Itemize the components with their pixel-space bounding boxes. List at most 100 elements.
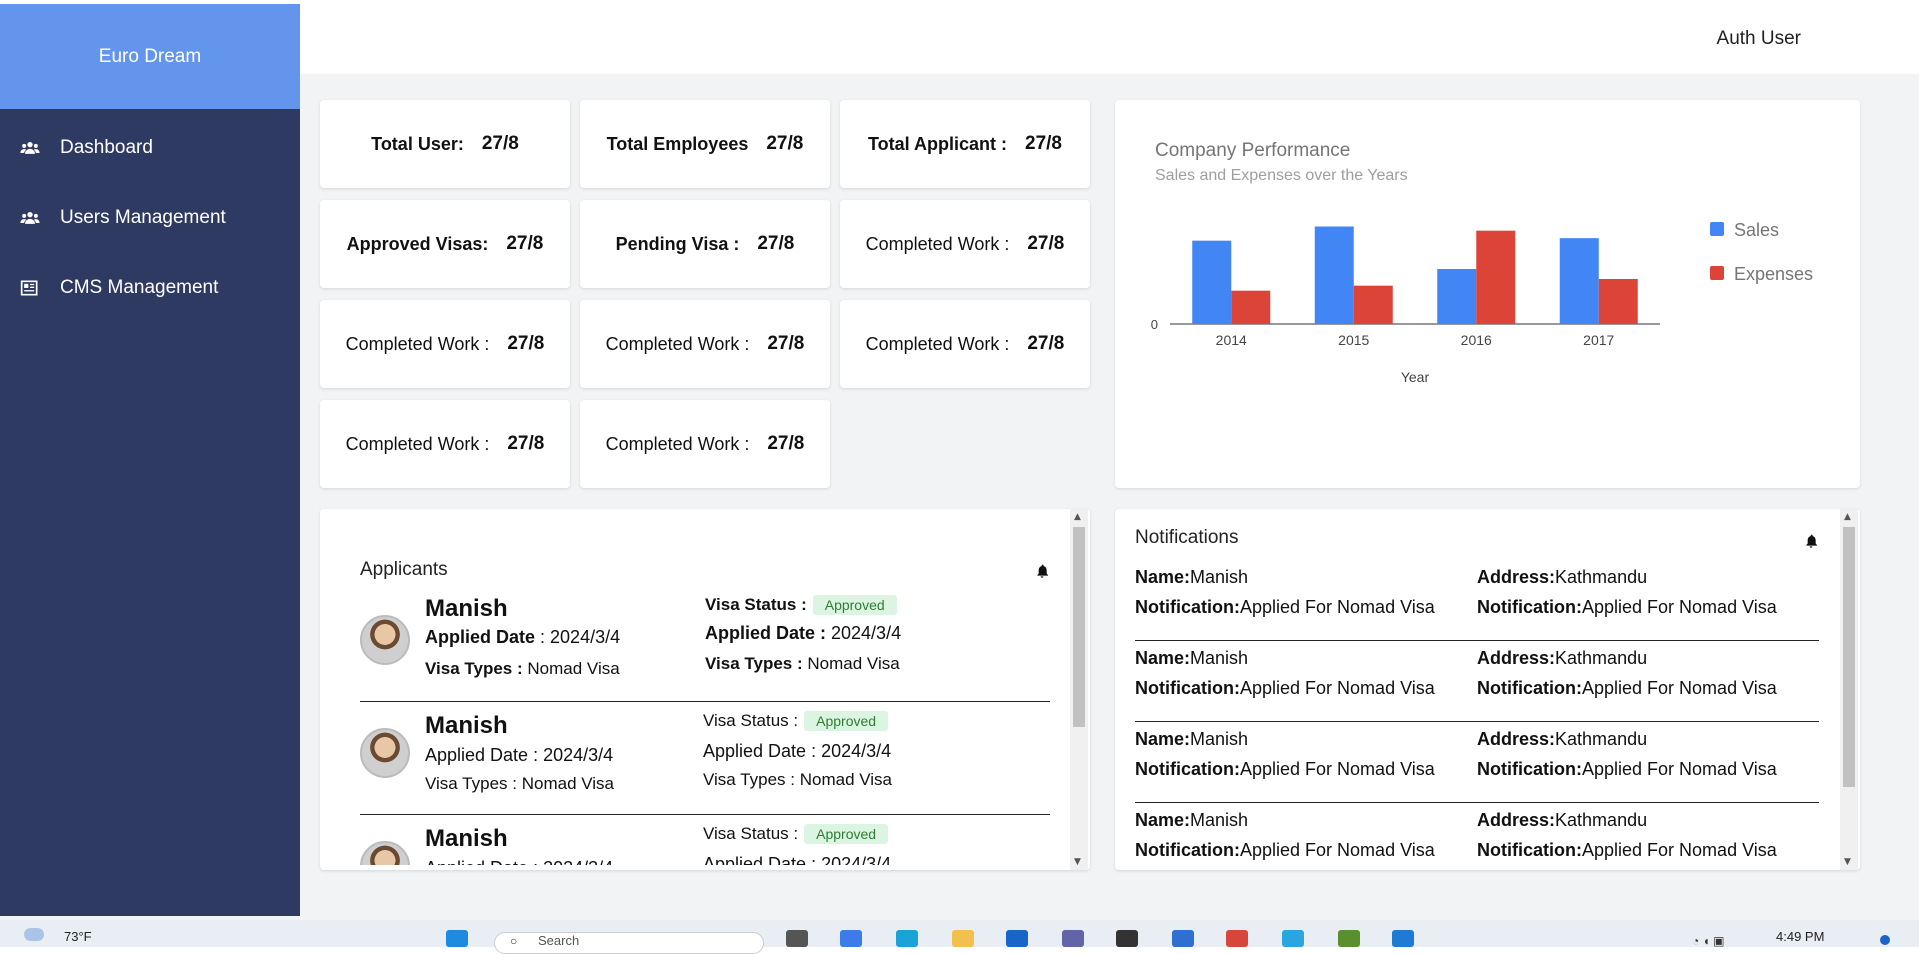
- notification-name: Name:Manish: [1135, 729, 1249, 749]
- x-tick-label: 2017: [1583, 332, 1614, 348]
- applicant-row[interactable]: Manish Applied Date : 2024/3/4 Visa Type…: [360, 702, 1050, 815]
- stat-card-total-user: Total User: 27/8: [320, 100, 570, 188]
- bar-expenses-2014: [1231, 290, 1271, 324]
- applied-date-line: Applied Date : 2024/3/4: [703, 741, 892, 761]
- users-icon: [20, 142, 40, 154]
- app-icon[interactable]: [1338, 930, 1360, 947]
- vscode-icon[interactable]: [1392, 930, 1414, 947]
- weather-icon[interactable]: [24, 928, 44, 941]
- x-tick-label: 2014: [1216, 332, 1247, 348]
- stat-value: 27/8: [507, 433, 545, 454]
- notification-item[interactable]: Name:Manish Address:Kathmandu Notificati…: [1135, 560, 1819, 641]
- notifications-title: Notifications: [1135, 527, 1239, 548]
- applied-date-line: Applied Date : 2024/3/4: [703, 854, 892, 865]
- bell-icon[interactable]: [1803, 533, 1819, 549]
- bar-sales-2017: [1559, 238, 1599, 324]
- stat-label: Completed Work :: [865, 333, 1010, 354]
- notifications-scrollbar[interactable]: ▲ ▼: [1840, 509, 1858, 870]
- notification-text: Notification:Applied For Nomad Visa: [1477, 678, 1777, 698]
- cloud-app-icon[interactable]: [1282, 930, 1304, 947]
- visa-type-line: Visa Types : Nomad Visa: [703, 770, 893, 789]
- sidebar-item-users-management[interactable]: Users Management: [0, 183, 300, 253]
- sidebar-item-dashboard[interactable]: Dashboard: [0, 113, 300, 183]
- notification-text: Notification:Applied For Nomad Visa: [1477, 840, 1777, 860]
- legend-swatch-expenses: [1710, 266, 1724, 280]
- brand-logo[interactable]: Euro Dream: [0, 4, 300, 109]
- avatar: [360, 615, 410, 665]
- applicants-scrollbar[interactable]: ▲ ▼: [1070, 509, 1088, 870]
- notification-center-icon[interactable]: [1880, 935, 1890, 945]
- notification-address: Address:Kathmandu: [1477, 729, 1648, 749]
- taskview-icon[interactable]: [786, 930, 808, 947]
- applied-date-line: Applied Date : 2024/3/4: [425, 745, 614, 765]
- x-axis-label: Year: [1401, 369, 1430, 385]
- notification-text: Notification:Applied For Nomad Visa: [1477, 597, 1777, 617]
- status-badge: Approved: [812, 595, 897, 615]
- scroll-down-icon[interactable]: ▼: [1844, 857, 1851, 867]
- user-menu[interactable]: Auth User: [1717, 28, 1801, 50]
- stat-card-total-employees: Total Employees 27/8: [580, 100, 830, 188]
- system-tray-icons[interactable]: ◔ ◖ ▣: [1692, 934, 1725, 948]
- notifications-list[interactable]: Notifications Name:Manish Address:Kathma…: [1135, 527, 1819, 867]
- sidebar-item-label: Users Management: [60, 207, 226, 228]
- notification-name: Name:Manish: [1135, 810, 1249, 830]
- taskbar-search-input[interactable]: [494, 932, 764, 954]
- bell-icon[interactable]: [1034, 563, 1050, 579]
- notification-text: Notification:Applied For Nomad Visa: [1135, 678, 1435, 698]
- legend-label-sales: Sales: [1734, 220, 1779, 240]
- notifications-card: Notifications Name:Manish Address:Kathma…: [1115, 509, 1860, 870]
- top-header: Auth User: [300, 4, 1919, 74]
- copilot-icon[interactable]: [840, 930, 862, 947]
- search-placeholder: Search: [538, 933, 580, 948]
- x-tick-label: 2015: [1338, 332, 1369, 348]
- outlook-icon[interactable]: [1006, 930, 1028, 947]
- file-explorer-icon[interactable]: [952, 930, 974, 947]
- notification-text: Notification:Applied For Nomad Visa: [1135, 759, 1435, 779]
- terminal-icon[interactable]: [1116, 930, 1138, 947]
- sidebar-item-cms-management[interactable]: CMS Management: [0, 253, 300, 323]
- notification-address: Address:Kathmandu: [1477, 648, 1648, 668]
- stat-label: Total User:: [371, 133, 464, 154]
- stat-value: 27/8: [767, 333, 805, 354]
- edge-icon[interactable]: [896, 930, 918, 947]
- applicants-card: Applicants Manish Applied Date : 2024/3/…: [320, 509, 1090, 870]
- visa-status-line: Visa Status : Approved: [703, 711, 889, 731]
- stat-value: 27/8: [767, 433, 805, 454]
- bar-sales-2014: [1192, 240, 1232, 324]
- stat-card-completed-work: Completed Work : 27/8: [320, 400, 570, 488]
- applicants-title: Applicants: [360, 559, 448, 580]
- stat-label: Pending Visa :: [615, 233, 740, 254]
- notification-item[interactable]: Name:Manish Address:Kathmandu Notificati…: [1135, 641, 1819, 722]
- stat-value: 27/8: [481, 133, 519, 154]
- status-badge: Approved: [804, 824, 889, 844]
- scroll-thumb[interactable]: [1073, 527, 1085, 727]
- applicant-row[interactable]: Manish Applied Date : 2024/3/4 Visa Stat…: [360, 815, 1050, 865]
- stat-label: Completed Work :: [605, 333, 750, 354]
- stat-label: Completed Work :: [865, 233, 1010, 254]
- stat-card-completed-work: Completed Work : 27/8: [840, 300, 1090, 388]
- teams-icon[interactable]: [1062, 930, 1084, 947]
- scroll-down-icon[interactable]: ▼: [1074, 857, 1081, 867]
- weather-temperature[interactable]: 73°F: [64, 929, 92, 944]
- avatar: [360, 841, 410, 865]
- stat-label: Completed Work :: [345, 333, 490, 354]
- scroll-thumb[interactable]: [1843, 527, 1855, 787]
- scroll-up-icon[interactable]: ▲: [1844, 512, 1851, 522]
- applicant-row[interactable]: Manish Applied Date : 2024/3/4 Visa Type…: [360, 589, 1050, 702]
- stat-card-pending-visa: Pending Visa : 27/8: [580, 200, 830, 288]
- stat-value: 27/8: [507, 333, 545, 354]
- applicant-name: Manish: [425, 712, 508, 739]
- notification-item[interactable]: Name:Manish Address:Kathmandu Notificati…: [1135, 722, 1819, 803]
- clock-time[interactable]: 4:49 PM: [1776, 929, 1824, 944]
- bar-expenses-2015: [1353, 285, 1393, 324]
- notification-address: Address:Kathmandu: [1477, 567, 1648, 587]
- windows-start-icon[interactable]: [446, 930, 468, 947]
- notification-item[interactable]: Name:Manish Address:Kathmandu Notificati…: [1135, 803, 1819, 867]
- sidebar-item-label: Dashboard: [60, 137, 153, 158]
- scroll-up-icon[interactable]: ▲: [1074, 512, 1081, 522]
- y-tick-label: 0: [1151, 317, 1158, 332]
- applicant-name: Manish: [425, 825, 508, 852]
- calendar-icon[interactable]: [1172, 930, 1194, 947]
- chrome-icon[interactable]: [1226, 930, 1248, 947]
- applicants-list[interactable]: Applicants Manish Applied Date : 2024/3/…: [360, 559, 1050, 865]
